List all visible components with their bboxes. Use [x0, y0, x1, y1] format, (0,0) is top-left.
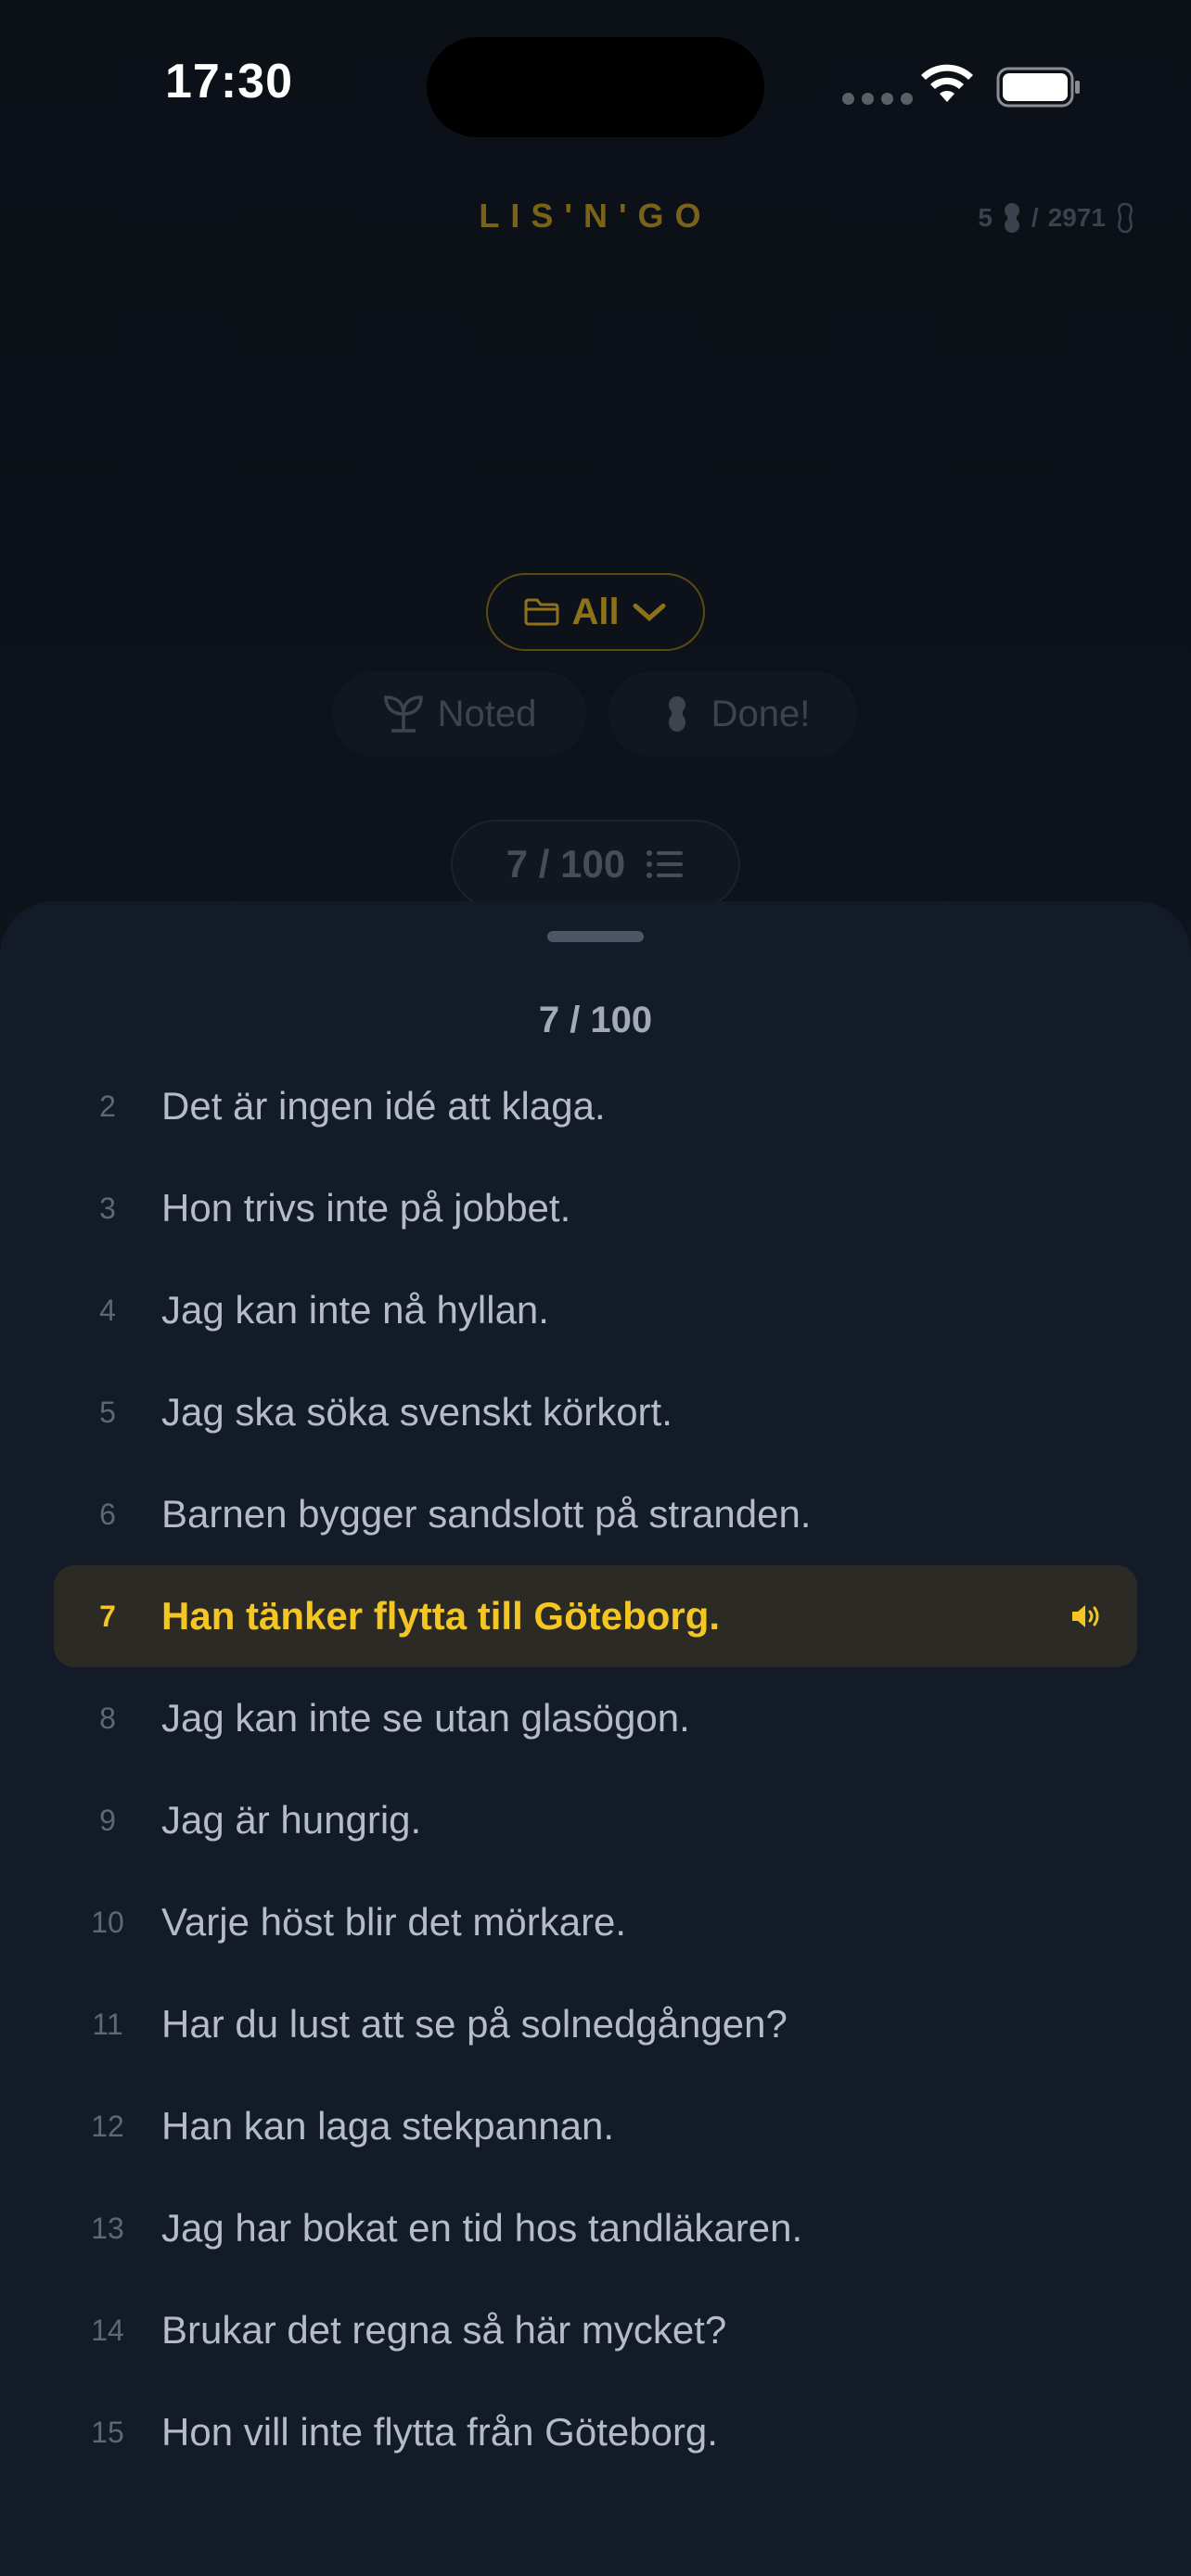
peanut-outline-icon — [1118, 202, 1133, 234]
sentence-counter-button[interactable]: 7 / 100 — [451, 820, 740, 909]
sentence-row[interactable]: 12 Han kan laga stekpannan. — [54, 2075, 1137, 2177]
sentence-text: Varje höst blir det mörkare. — [161, 1900, 627, 1944]
sentence-row[interactable]: 5 Jag ska söka svenskt körkort. — [54, 1361, 1137, 1463]
sentence-row[interactable]: 15 Hon vill inte flytta från Göteborg. — [54, 2381, 1137, 2483]
sentence-number: 15 — [91, 2415, 124, 2449]
sentence-text: Det är ingen idé att klaga. — [161, 1084, 606, 1128]
done-filter-button[interactable]: Done! — [608, 671, 857, 757]
sentence-text: Hon trivs inte på jobbet. — [161, 1186, 571, 1230]
sentence-row[interactable]: 2 Det är ingen idé att klaga. — [54, 1055, 1137, 1157]
sentence-text: Jag är hungrig. — [161, 1798, 422, 1842]
sentence-number: 4 — [99, 1293, 116, 1327]
peanut-filled-icon — [1004, 203, 1019, 233]
sentence-number: 12 — [91, 2109, 124, 2143]
sentence-text: Har du lust att se på solnedgången? — [161, 2002, 788, 2046]
score-separator: / — [1031, 203, 1039, 232]
sentence-number: 9 — [99, 1803, 116, 1837]
sentence-row[interactable]: 4 Jag kan inte nå hyllan. — [54, 1259, 1137, 1361]
list-icon — [647, 850, 684, 878]
sentence-number: 3 — [99, 1191, 116, 1225]
sheet-grabber-handle[interactable] — [547, 931, 644, 942]
sentence-text: Jag har bokat en tid hos tandläkaren. — [161, 2206, 803, 2250]
folder-filter-label: All — [571, 591, 620, 632]
sentence-row[interactable]: 9 Jag är hungrig. — [54, 1769, 1137, 1871]
sentence-row[interactable]: 14 Brukar det regna så här mycket? — [54, 2279, 1137, 2381]
sentence-row[interactable]: 3 Hon trivs inte på jobbet. — [54, 1157, 1137, 1259]
noted-filter-button[interactable]: Noted — [332, 671, 586, 757]
sentence-number: 7 — [99, 1599, 116, 1633]
sentence-row[interactable]: 6 Barnen bygger sandslott på stranden. — [54, 1463, 1137, 1565]
sentence-text: Brukar det regna så här mycket? — [161, 2308, 727, 2352]
sentence-number: 14 — [91, 2313, 124, 2347]
wifi-icon — [921, 64, 973, 102]
chevron-down-icon — [633, 603, 666, 622]
sentence-row[interactable]: 10 Varje höst blir det mörkare. — [54, 1871, 1137, 1973]
sheet-title: 7 / 100 — [538, 1000, 653, 1040]
score-total: 2971 — [1047, 203, 1106, 232]
sentence-number: 13 — [91, 2211, 124, 2245]
battery-icon — [996, 67, 1080, 108]
sentence-number: 8 — [99, 1701, 116, 1735]
sentence-row[interactable]: 8 Jag kan inte se utan glasögon. — [54, 1667, 1137, 1769]
sentence-number: 11 — [92, 2007, 123, 2041]
sentence-number: 2 — [99, 1089, 116, 1123]
score-current: 5 — [978, 203, 992, 232]
sentence-text: Hon vill inte flytta från Göteborg. — [161, 2410, 718, 2454]
sentence-number: 6 — [99, 1497, 116, 1531]
sentence-text: Han tänker flytta till Göteborg. — [161, 1594, 721, 1638]
sentence-text: Jag ska söka svenskt körkort. — [161, 1390, 672, 1434]
sentence-number: 5 — [99, 1395, 116, 1429]
sentence-list-sheet: 7 / 100 2 Det är ingen idé att klaga. 3 Hon… — [0, 901, 1191, 2576]
sentence-counter-label: 7 / 100 — [506, 842, 626, 886]
sentence-row[interactable]: 11 Har du lust att se på solnedgången? — [54, 1973, 1137, 2075]
sentence-text: Han kan laga stekpannan. — [161, 2104, 615, 2148]
sentence-text: Barnen bygger sandslott på stranden. — [161, 1492, 812, 1536]
sentence-number: 10 — [91, 1905, 124, 1939]
score-counter: 5 / 2971 — [978, 202, 1135, 234]
peanut-icon — [668, 696, 685, 732]
folder-filter-button[interactable]: All — [486, 573, 705, 651]
sentence-text: Jag kan inte nå hyllan. — [161, 1288, 549, 1332]
sprout-icon — [383, 695, 423, 733]
sentence-row[interactable]: 13 Jag har bokat en tid hos tandläkaren. — [54, 2177, 1137, 2279]
sentence-row-active[interactable]: 7 Han tänker flytta till Göteborg. — [54, 1565, 1137, 1667]
cellular-signal-icon — [842, 93, 913, 105]
speaker-icon[interactable] — [1070, 1602, 1102, 1630]
dynamic-island — [427, 37, 764, 137]
sentence-text: Jag kan inte se utan glasögon. — [161, 1696, 690, 1740]
sentence-list: 2 Det är ingen idé att klaga. 3 Hon trivs i… — [54, 1055, 1137, 2483]
noted-filter-label: Noted — [437, 693, 537, 734]
done-filter-label: Done! — [711, 693, 811, 734]
folder-icon — [524, 598, 559, 626]
status-time: 17:30 — [165, 55, 293, 108]
